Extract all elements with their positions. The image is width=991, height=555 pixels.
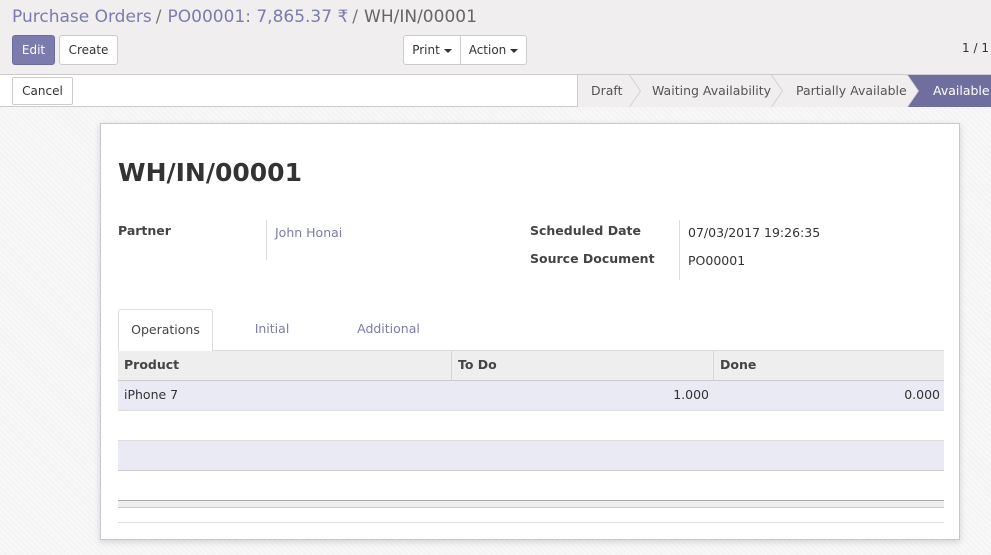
column-header-done[interactable]: Done [713,351,944,381]
print-dropdown-button[interactable]: Print [403,35,461,65]
tab-initial-demand[interactable]: Initial Demand [230,309,314,376]
breadcrumb-purchase-orders[interactable]: Purchase Orders [12,7,152,27]
breadcrumb-separator: / [352,7,359,27]
print-label: Print [412,43,440,57]
cell-done: 0.000 [904,387,940,402]
table-row[interactable]: iPhone 7 1.000 0.000 [118,381,944,411]
form-sheet: WH/IN/00001 Partner John Honai Scheduled… [100,123,960,540]
breadcrumb-separator: / [155,7,162,27]
breadcrumb-purchase-order[interactable]: PO00001: 7,865.37 ₹ [168,7,349,27]
tab-operations[interactable]: Operations [118,309,213,351]
partner-value[interactable]: John Honai [275,225,342,240]
stage-draft[interactable]: Draft [577,75,641,107]
record-title: WH/IN/00001 [118,158,302,187]
stage-partially-available[interactable]: Partially Available [771,75,919,107]
column-header-to-do[interactable]: To Do [451,351,713,381]
action-dropdown-button[interactable]: Action [460,35,527,65]
cancel-button[interactable]: Cancel [12,77,73,105]
field-divider [679,220,680,280]
caret-down-icon [443,48,452,53]
action-label: Action [468,43,507,57]
stage-waiting-availability[interactable]: Waiting Availability [629,75,783,107]
table-header: Product To Do Done [118,350,944,381]
breadcrumb-current: WH/IN/00001 [364,7,477,27]
stage-available[interactable]: Available [907,75,991,107]
statusbar: Cancel Draft Waiting Availability Partia… [0,75,991,107]
divider [118,522,944,523]
cell-product: iPhone 7 [124,387,179,402]
source-document-label: Source Document [530,251,655,266]
empty-table-row [118,441,944,471]
partner-label: Partner [118,223,171,238]
edit-button[interactable]: Edit [12,35,55,65]
empty-table-row [118,411,944,441]
caret-down-icon [510,48,519,53]
scheduled-date-label: Scheduled Date [530,223,641,238]
cell-to-do: 1.000 [673,387,709,402]
create-button[interactable]: Create [59,35,118,65]
breadcrumb: Purchase Orders / PO00001: 7,865.37 ₹ / WH/I… [12,6,477,30]
tab-additional-info[interactable]: Additional Info [347,309,430,376]
scheduled-date-value: 07/03/2017 19:26:35 [688,225,821,240]
notebook-tabs: Operations Initial Demand Additional Inf… [118,309,943,376]
control-panel: Purchase Orders / PO00001: 7,865.37 ₹ / WH/I… [0,0,991,75]
table-footer [118,500,944,508]
column-header-product[interactable]: Product [118,351,451,381]
pager[interactable]: 1 / 1 [962,41,989,55]
stage-pipeline: Draft Waiting Availability Partially Ava… [577,75,991,107]
source-document-value: PO00001 [688,253,746,268]
field-divider [266,220,267,260]
